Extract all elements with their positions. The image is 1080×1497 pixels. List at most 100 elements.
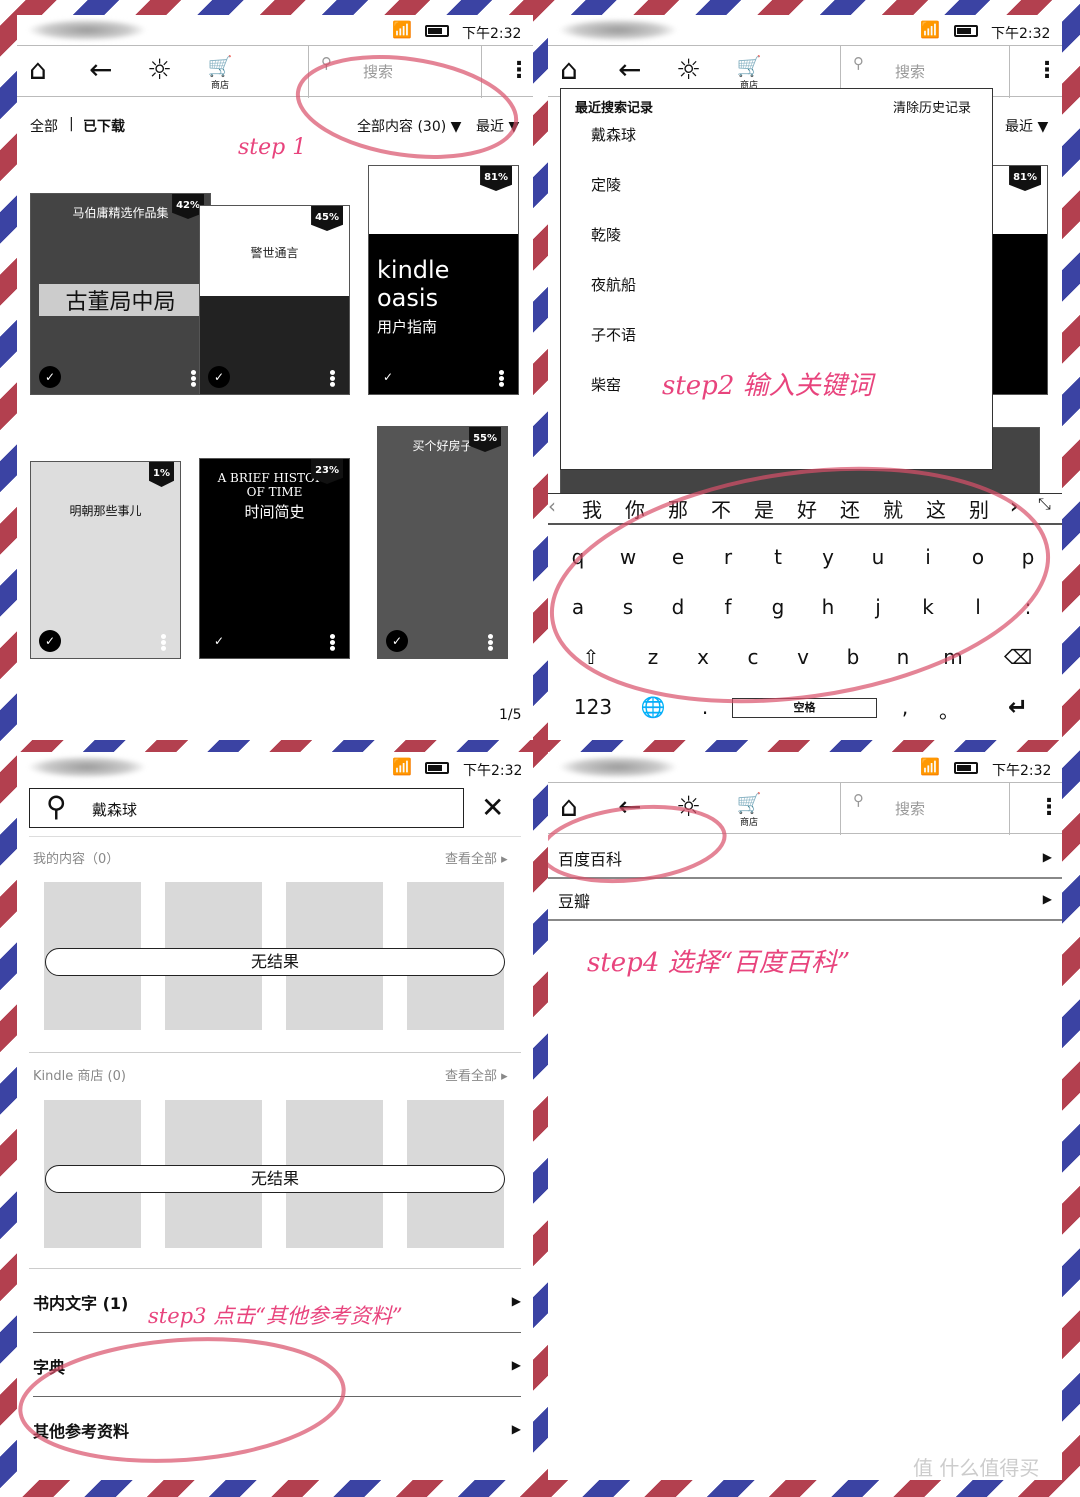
store-button[interactable]: 🛒 商店	[734, 791, 764, 828]
brightness-icon[interactable]: ☼	[676, 56, 701, 84]
key-h[interactable]: h	[813, 595, 843, 619]
key-x[interactable]: x	[688, 645, 718, 669]
book-cover[interactable]: 马伯庸精选作品集 古董局中局 42% ✓ •••	[30, 193, 211, 395]
candidate-word[interactable]: 那	[668, 494, 688, 523]
sort-dropdown[interactable]: 最近 ▼	[1005, 116, 1048, 136]
book-cover[interactable]: 明朝那些事儿 1% ✓ •••	[30, 461, 181, 659]
candidate-word[interactable]: 你	[625, 494, 645, 523]
reference-item[interactable]: 百度百科 ▶	[558, 846, 1052, 876]
back-icon[interactable]: ←	[618, 793, 641, 821]
content-filter-dropdown[interactable]: 全部内容 (30) ▼	[357, 116, 461, 136]
key-o[interactable]: o	[963, 545, 993, 569]
history-item[interactable]: 柴窑	[591, 374, 621, 395]
sort-dropdown[interactable]: 最近 ▼	[476, 116, 519, 136]
comma-key[interactable]: ,	[890, 695, 920, 719]
shift-key[interactable]: ⇧	[576, 645, 606, 669]
history-item[interactable]: 戴森球	[591, 124, 636, 145]
history-item[interactable]: 子不语	[591, 324, 636, 345]
key-i[interactable]: i	[913, 545, 943, 569]
candidate-word[interactable]: 是	[754, 494, 774, 523]
candidate-word[interactable]: 就	[883, 494, 903, 523]
key-colon[interactable]: :	[1013, 595, 1043, 619]
key-y[interactable]: y	[813, 545, 843, 569]
key-m[interactable]: m	[938, 645, 968, 669]
key-t[interactable]: t	[763, 545, 793, 569]
candidate-word[interactable]: 好	[797, 494, 817, 523]
key-l[interactable]: l	[963, 595, 993, 619]
candidate-word[interactable]: 我	[582, 494, 602, 523]
search-button[interactable]: ⚲ 搜索	[840, 783, 1010, 835]
reference-item[interactable]: 豆瓣 ▶	[558, 888, 1052, 918]
history-item[interactable]: 定陵	[591, 174, 621, 195]
candidate-word[interactable]: 别	[969, 494, 989, 523]
collapse-keyboard-icon[interactable]: ⤡	[1038, 494, 1051, 514]
key-d[interactable]: d	[663, 595, 693, 619]
key-c[interactable]: c	[738, 645, 768, 669]
menu-icon[interactable]: ⋮	[508, 58, 530, 83]
candidate-word[interactable]: 不	[711, 494, 731, 523]
key-b[interactable]: b	[838, 645, 868, 669]
menu-icon[interactable]: ⋮	[1038, 795, 1060, 820]
book-menu-icon[interactable]: •••	[492, 368, 508, 386]
key-u[interactable]: u	[863, 545, 893, 569]
book-menu-icon[interactable]: •••	[323, 368, 339, 386]
globe-icon[interactable]: 🌐	[638, 695, 668, 719]
book-menu-icon[interactable]: •••	[184, 368, 200, 386]
key-j[interactable]: j	[863, 595, 893, 619]
home-icon[interactable]: ⌂	[560, 793, 578, 821]
key-q[interactable]: q	[563, 545, 593, 569]
key-w[interactable]: w	[613, 545, 643, 569]
chinese-period-key[interactable]: 。	[934, 695, 964, 724]
search-button[interactable]: ⚲ 搜索	[308, 46, 482, 98]
book-menu-icon[interactable]: •••	[481, 632, 497, 650]
book-menu-icon[interactable]: •••	[323, 632, 339, 650]
clear-history-button[interactable]: 清除历史记录	[893, 97, 971, 116]
candidate-word[interactable]: 这	[926, 494, 946, 523]
section-label: 书内文字 (1)	[33, 1294, 129, 1313]
space-key[interactable]: 空格	[732, 698, 877, 718]
history-item[interactable]: 夜航船	[591, 274, 636, 295]
close-icon[interactable]: ✕	[481, 794, 504, 822]
key-p[interactable]: p	[1013, 545, 1043, 569]
key-a[interactable]: a	[563, 595, 593, 619]
key-e[interactable]: e	[663, 545, 693, 569]
key-r[interactable]: r	[713, 545, 743, 569]
back-icon[interactable]: ←	[618, 56, 641, 84]
home-icon[interactable]: ⌂	[29, 56, 47, 84]
num-key[interactable]: 123	[568, 695, 618, 719]
view-all-my-content[interactable]: 查看全部 ▸	[445, 848, 508, 867]
filter-downloaded[interactable]: 已下载	[83, 116, 125, 136]
section-1[interactable]: 字典 ▶	[33, 1354, 521, 1384]
home-icon[interactable]: ⌂	[560, 56, 578, 84]
key-z[interactable]: z	[638, 645, 668, 669]
brightness-icon[interactable]: ☼	[147, 56, 172, 84]
book-cover[interactable]: 警世通言 45% ✓ •••	[199, 205, 350, 395]
store-button[interactable]: 🛒 商店	[205, 54, 235, 91]
store-button[interactable]: 🛒 商店	[734, 54, 764, 91]
menu-icon[interactable]: ⋮	[1036, 58, 1058, 83]
brightness-icon[interactable]: ☼	[676, 793, 701, 821]
book-cover[interactable]: A BRIEF HISTORY OF TIME 时间简史 23% ✓ •••	[199, 458, 350, 659]
watermark: 值 什么值得买	[913, 1456, 1040, 1480]
backspace-key[interactable]: ⌫	[1003, 645, 1033, 669]
candidate-word[interactable]: 还	[840, 494, 860, 523]
view-all-store[interactable]: 查看全部 ▸	[445, 1065, 508, 1084]
book-cover[interactable]: 买个好房子 55% ✓ •••	[377, 426, 508, 659]
book-cover[interactable]: kindle oasis 用户指南 81% ✓ •••	[368, 165, 519, 395]
key-f[interactable]: f	[713, 595, 743, 619]
key-g[interactable]: g	[763, 595, 793, 619]
candidate-prev-icon[interactable]: ‹	[548, 494, 556, 518]
back-icon[interactable]: ←	[89, 56, 112, 84]
period-key[interactable]: .	[690, 695, 720, 719]
section-2[interactable]: 其他参考资料 ▶	[33, 1418, 521, 1448]
enter-key[interactable]: ↵	[1003, 693, 1033, 721]
key-s[interactable]: s	[613, 595, 643, 619]
history-item[interactable]: 乾陵	[591, 224, 621, 245]
key-n[interactable]: n	[888, 645, 918, 669]
filter-all[interactable]: 全部	[30, 116, 58, 136]
candidate-next-icon[interactable]: ›	[1010, 494, 1018, 518]
search-field[interactable]: ⚲ 戴森球	[29, 788, 464, 828]
book-menu-icon[interactable]: •••	[154, 632, 170, 650]
key-k[interactable]: k	[913, 595, 943, 619]
key-v[interactable]: v	[788, 645, 818, 669]
